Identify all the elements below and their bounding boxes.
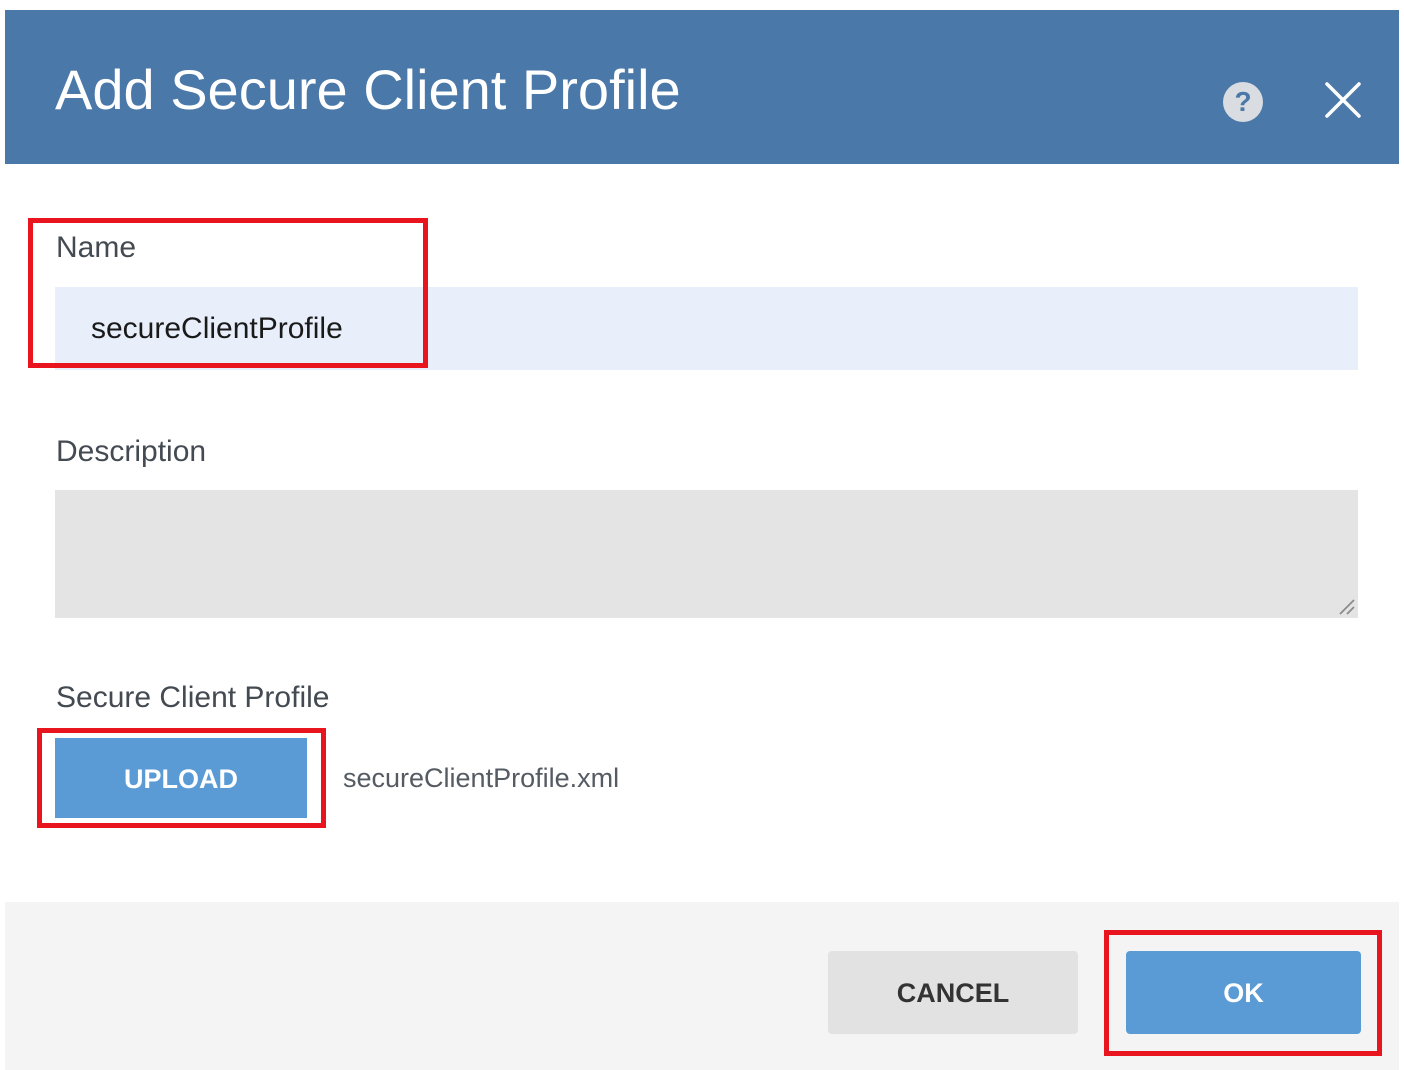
description-label: Description <box>56 435 207 468</box>
dialog-header: Add Secure Client Profile ? <box>5 10 1399 164</box>
dialog-title: Add Secure Client Profile <box>55 58 681 121</box>
add-secure-client-profile-dialog: Add Secure Client Profile ? Name Descrip… <box>0 0 1404 1070</box>
help-icon[interactable]: ? <box>1223 82 1263 122</box>
name-input[interactable] <box>55 287 1358 370</box>
description-textarea[interactable] <box>55 490 1358 618</box>
cancel-button[interactable]: CANCEL <box>828 951 1078 1034</box>
ok-button[interactable]: OK <box>1126 951 1361 1034</box>
uploaded-file-name: secureClientProfile.xml <box>343 763 620 793</box>
name-label: Name <box>56 231 137 264</box>
secure-client-profile-label: Secure Client Profile <box>56 681 330 714</box>
upload-button[interactable]: UPLOAD <box>55 738 307 818</box>
close-icon[interactable] <box>1323 80 1363 120</box>
resize-grip-icon[interactable] <box>1336 596 1356 616</box>
